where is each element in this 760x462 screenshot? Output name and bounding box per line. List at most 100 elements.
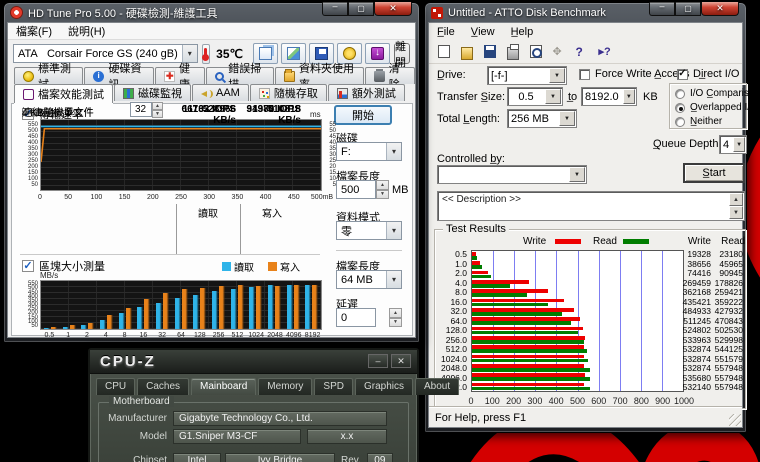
radio-option[interactable]: I/O C̲omparison bbox=[675, 87, 760, 100]
spin-up-icon[interactable] bbox=[152, 102, 163, 110]
file-length2-select[interactable]: 64 MB bbox=[336, 270, 402, 289]
tab[interactable]: AAM bbox=[192, 84, 249, 101]
讀取-bar bbox=[119, 313, 125, 329]
save2-icon bbox=[484, 45, 496, 58]
maximize-button[interactable] bbox=[348, 2, 374, 16]
toolbar-button[interactable] bbox=[525, 42, 546, 61]
menu-item[interactable]: 說明(H) bbox=[60, 22, 113, 40]
close-button[interactable] bbox=[374, 2, 412, 16]
resize-grip[interactable] bbox=[729, 414, 741, 426]
close-button[interactable] bbox=[701, 2, 739, 16]
direct-io-checkbox[interactable]: Di̲rect I/O bbox=[677, 68, 739, 80]
tab[interactable]: 檔案效能測試 bbox=[14, 84, 113, 103]
file-length-input[interactable]: 500 bbox=[336, 180, 376, 199]
scrollbar[interactable]: ▲▼ bbox=[729, 193, 743, 219]
menu-item[interactable]: 檔案(F) bbox=[8, 22, 60, 40]
spin-down-icon[interactable] bbox=[389, 318, 402, 328]
chevron-down-icon[interactable] bbox=[559, 111, 575, 126]
scroll-up-icon[interactable]: ▲ bbox=[729, 193, 743, 206]
spin-up-icon[interactable] bbox=[389, 308, 402, 318]
start-button[interactable]: S̲tart bbox=[683, 163, 745, 183]
tab[interactable]: 錯誤掃描 bbox=[206, 67, 274, 84]
x-axis-ticks: 050100150200250300350400450500mB bbox=[40, 194, 322, 203]
transfer-size-to[interactable]: 8192.0 bbox=[581, 87, 637, 106]
menu-item[interactable]: V̲iew bbox=[463, 25, 503, 39]
minimize-button[interactable] bbox=[322, 2, 348, 16]
radio-dot[interactable] bbox=[675, 117, 685, 127]
total-length-select[interactable]: 256 MB bbox=[507, 109, 577, 128]
delay-stepper[interactable] bbox=[389, 308, 402, 327]
model-rev-value: x.x bbox=[307, 429, 387, 444]
spin-down-icon[interactable] bbox=[376, 190, 389, 200]
atto-titlebar[interactable]: Untitled - ATTO Disk Benchmark bbox=[428, 3, 743, 22]
toolbar-button[interactable] bbox=[548, 42, 569, 61]
data-mode-select[interactable]: 零 bbox=[336, 221, 402, 240]
spin-up-icon[interactable] bbox=[376, 180, 389, 190]
tab[interactable]: 隨機存取 bbox=[250, 84, 327, 101]
delay-input[interactable]: 0 bbox=[336, 308, 376, 327]
new-icon bbox=[438, 45, 450, 58]
close-button[interactable]: ✕ bbox=[391, 354, 411, 368]
description-box[interactable]: << Description >> ▲▼ bbox=[437, 191, 745, 221]
chevron-down-icon[interactable] bbox=[733, 137, 745, 152]
toolbar-button[interactable] bbox=[571, 42, 592, 61]
scroll-down-icon[interactable]: ▼ bbox=[729, 206, 743, 219]
radio-option[interactable]: N̲either bbox=[675, 115, 760, 128]
disk-select[interactable]: F: bbox=[336, 142, 402, 161]
cpuz-titlebar[interactable]: CPU-Z –✕ bbox=[90, 350, 417, 374]
menu-item[interactable]: F̲ile bbox=[429, 25, 463, 39]
tab[interactable]: Mainboard bbox=[191, 378, 256, 395]
copy-color-icon bbox=[287, 47, 300, 60]
toolbar-button[interactable] bbox=[365, 43, 390, 64]
tab[interactable]: 硬碟資訊 bbox=[84, 67, 153, 84]
tab[interactable]: 資料夾使用率 bbox=[275, 67, 364, 84]
chevron-down-icon[interactable] bbox=[569, 167, 585, 182]
toolbar-button[interactable] bbox=[594, 42, 615, 61]
radio-dot[interactable] bbox=[675, 103, 685, 113]
chevron-down-icon[interactable] bbox=[545, 89, 561, 104]
tab[interactable]: 磁碟監視 bbox=[114, 84, 191, 101]
checkbox-box[interactable] bbox=[677, 69, 688, 80]
checkbox-box[interactable] bbox=[579, 69, 590, 80]
force-write-access-checkbox[interactable]: Force Write A̲ccess bbox=[579, 68, 690, 80]
toolbar-button[interactable] bbox=[502, 42, 523, 61]
block-size-checkbox[interactable] bbox=[22, 260, 34, 272]
tab[interactable]: Graphics bbox=[355, 378, 413, 395]
radio-dot[interactable] bbox=[675, 89, 685, 99]
tab[interactable]: 額外測試 bbox=[328, 84, 405, 101]
thread-count-stepper[interactable]: 32 bbox=[130, 102, 163, 117]
queue-depth-select[interactable]: 4 bbox=[719, 135, 747, 154]
tab[interactable]: 清除 bbox=[365, 67, 415, 84]
drive-select[interactable]: [-f-] bbox=[487, 66, 567, 85]
chevron-down-icon[interactable] bbox=[386, 271, 401, 288]
minimize-button[interactable]: – bbox=[368, 354, 388, 368]
tab[interactable]: CPU bbox=[96, 378, 135, 395]
file-length-stepper[interactable] bbox=[376, 180, 389, 199]
transfer-size-from[interactable]: 0.5 bbox=[507, 87, 563, 106]
radio-option[interactable]: O̲verlapped I/O bbox=[675, 101, 760, 114]
chevron-down-icon[interactable] bbox=[386, 143, 401, 160]
tab[interactable]: 標準測試 bbox=[14, 67, 83, 84]
chevron-down-icon[interactable] bbox=[623, 89, 635, 104]
chevron-down-icon[interactable] bbox=[549, 68, 565, 83]
tab[interactable]: 健康 bbox=[155, 67, 205, 84]
tab[interactable]: Caches bbox=[137, 378, 189, 395]
x-tick-label: 8192 bbox=[305, 332, 321, 339]
y-axis-unit: MB/s bbox=[40, 271, 58, 280]
temperature-button[interactable] bbox=[202, 44, 210, 64]
tab[interactable]: Memory bbox=[258, 378, 312, 395]
maximize-button[interactable] bbox=[675, 2, 701, 16]
file-length-unit: MB bbox=[392, 184, 409, 196]
x-tick-label: 250 bbox=[175, 194, 187, 201]
minimize-button[interactable] bbox=[649, 2, 675, 16]
tab[interactable]: SPD bbox=[314, 378, 353, 395]
toolbar-button[interactable] bbox=[433, 42, 454, 61]
toolbar-button[interactable] bbox=[456, 42, 477, 61]
tab[interactable]: About bbox=[415, 378, 459, 395]
menu-item[interactable]: H̲elp bbox=[503, 25, 542, 39]
toolbar-button[interactable] bbox=[479, 42, 500, 61]
spin-down-icon[interactable] bbox=[152, 110, 163, 118]
controlled-by-select[interactable] bbox=[437, 165, 587, 184]
hdtune-titlebar[interactable]: HD Tune Pro 5.00 - 硬碟檢測-維護工具 bbox=[7, 3, 416, 22]
chevron-down-icon[interactable] bbox=[386, 222, 401, 239]
